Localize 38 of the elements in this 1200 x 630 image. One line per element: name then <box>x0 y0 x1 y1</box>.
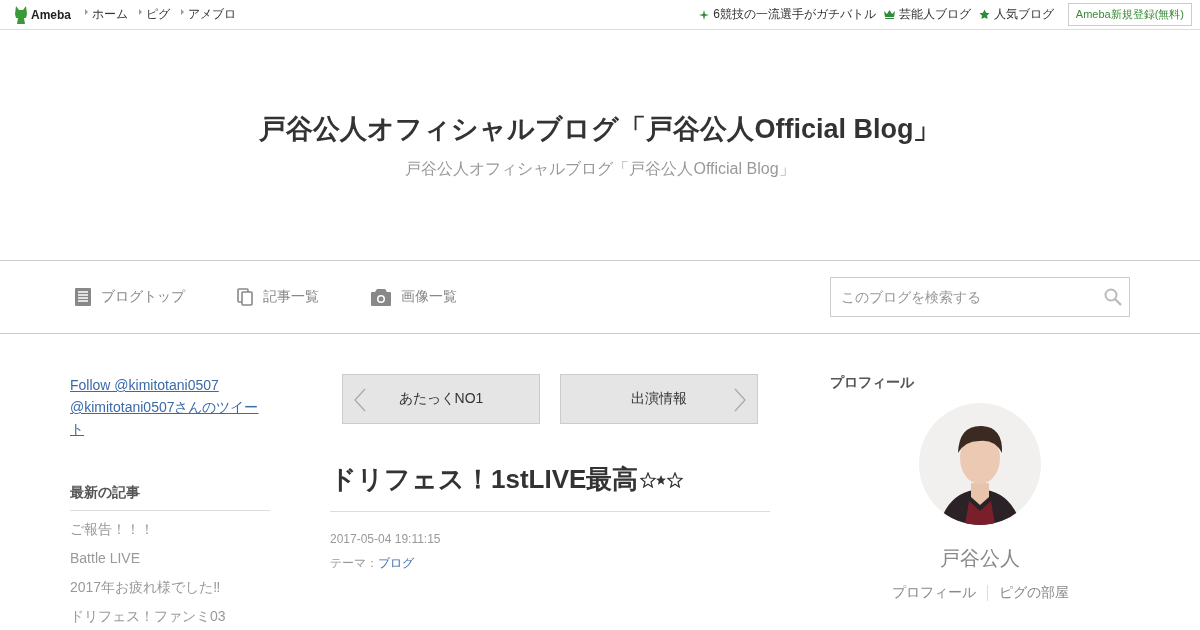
crown-icon <box>883 10 895 19</box>
section-heading: プロフィール <box>830 374 914 392</box>
top-nav-link[interactable]: ピグ <box>139 6 170 23</box>
blog-nav-link[interactable]: 画像一覧 <box>371 288 457 306</box>
blog-nav-link[interactable]: 記事一覧 <box>237 288 319 306</box>
mascot-icon <box>14 5 28 24</box>
camera-icon <box>371 288 391 306</box>
sparkle-icon <box>699 9 710 20</box>
article-date: 2017-05-04 19:11:15 <box>330 532 442 546</box>
next-article-button[interactable]: 出演情報 <box>560 374 758 424</box>
blog-title[interactable]: 戸谷公人オフィシャルブログ「戸谷公人Official Blog」 <box>259 110 941 147</box>
profile-link[interactable]: プロフィール <box>891 584 976 602</box>
ameba-logo[interactable]: Ameba <box>14 5 71 24</box>
theme-link[interactable]: ブログ <box>378 556 414 570</box>
profile-name[interactable]: 戸谷公人 <box>940 545 1020 572</box>
theme-label: テーマ： <box>330 556 378 570</box>
star-icon <box>978 9 990 20</box>
twitter-link[interactable]: Follow @kimitotani0507 <box>70 374 270 396</box>
sparkle-stars-icon <box>640 471 685 488</box>
blog-nav-link[interactable]: ブログトップ <box>75 288 185 306</box>
top-nav-link[interactable]: ホーム <box>85 6 128 23</box>
previous-article-button[interactable]: あたっくNO1 <box>342 374 540 424</box>
recent-article-link[interactable]: ご報告！！！ <box>70 518 270 540</box>
copy-icon <box>237 288 253 306</box>
promo-link[interactable]: 芸能人ブログ <box>883 6 971 23</box>
blog-subtitle: 戸谷公人オフィシャルブログ「戸谷公人Official Blog」 <box>405 158 795 179</box>
article-title[interactable]: ドリフェス！1stLIVE最高 <box>330 462 639 497</box>
chevron-right-icon <box>734 388 746 412</box>
top-nav-link[interactable]: アメブロ <box>181 6 236 23</box>
twitter-link[interactable]: @kimitotani0507さんのツイート <box>70 396 270 440</box>
signup-button[interactable]: Ameba新規登録(無料) <box>1067 3 1192 26</box>
document-icon <box>75 288 91 306</box>
search-field[interactable]: このブログを検索する <box>830 277 1130 317</box>
promo-link[interactable]: 人気ブログ <box>978 6 1054 23</box>
section-heading: 最新の記事 <box>70 484 270 511</box>
promo-link[interactable]: 6競技の一流選手がガチバトル <box>699 6 876 23</box>
chevron-left-icon <box>354 388 366 412</box>
profile-link[interactable]: ピグの部屋 <box>998 584 1069 602</box>
